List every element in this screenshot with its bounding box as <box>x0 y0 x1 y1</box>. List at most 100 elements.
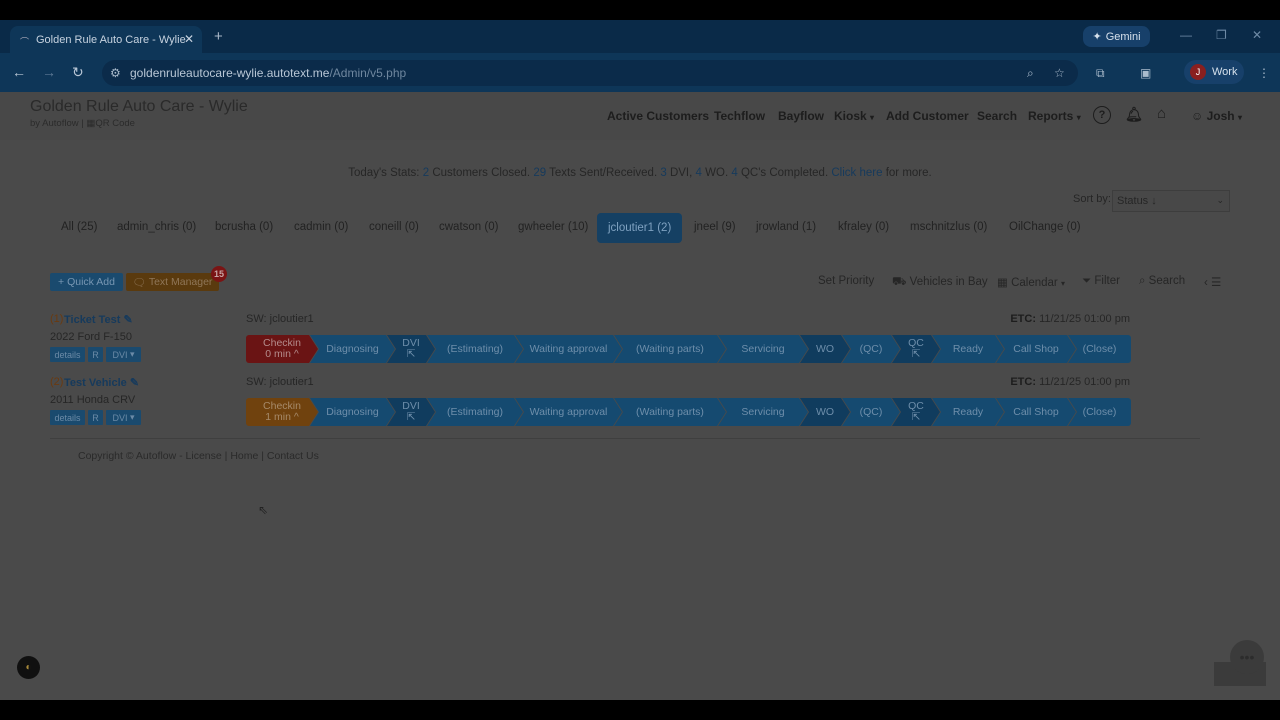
bookmark-star-icon[interactable]: ☆ <box>1054 66 1065 80</box>
tab-coneill[interactable]: coneill (0) <box>369 221 419 233</box>
minimize-icon[interactable]: — <box>1180 28 1192 42</box>
quick-add-button[interactable]: + Quick Add <box>50 273 123 291</box>
page-content: Golden Rule Auto Care - Wylie by Autoflo… <box>0 92 1280 700</box>
stage-qc-paren[interactable]: (QC) <box>842 335 900 363</box>
help-icon[interactable]: ? <box>1093 106 1111 124</box>
user-menu[interactable]: ☺ Josh ▾ <box>1191 109 1242 123</box>
stats-closed-label: Customers Closed. <box>432 167 531 179</box>
stage-waiting-approval[interactable]: Waiting approval <box>515 335 622 363</box>
tab-cadmin[interactable]: cadmin (0) <box>294 221 348 233</box>
mouse-cursor-icon: ⇖ <box>258 503 269 517</box>
tab-admin-chris[interactable]: admin_chris (0) <box>117 221 196 233</box>
filter-button[interactable]: ⏷ Filter <box>1082 275 1120 288</box>
extensions-icon[interactable]: ⧉ <box>1096 66 1105 81</box>
tab-gwheeler[interactable]: gwheeler (10) <box>518 221 588 233</box>
dvi-dropdown-button[interactable]: DVI ▾ <box>106 410 141 425</box>
stage-ready[interactable]: Ready <box>932 335 1004 363</box>
tab-jrowland[interactable]: jrowland (1) <box>756 221 816 233</box>
menu-add-customer[interactable]: Add Customer <box>886 109 969 123</box>
edit-icon[interactable]: ✎ <box>130 377 139 389</box>
site-info-icon[interactable]: ⚙ <box>110 66 121 80</box>
stage-diagnosing[interactable]: Diagnosing <box>310 398 395 426</box>
stage-waiting-approval[interactable]: Waiting approval <box>515 398 622 426</box>
stage-diagnosing[interactable]: Diagnosing <box>310 335 395 363</box>
store-icon[interactable]: ⌂ <box>1157 105 1166 122</box>
menu-kiosk[interactable]: Kiosk ▾ <box>834 109 874 123</box>
bell-icon[interactable]: 🔔︎ <box>1125 106 1143 123</box>
stats-dvi-count: 3 <box>660 167 667 179</box>
close-tab-icon[interactable]: ✕ <box>184 32 194 46</box>
stats-texts-label: Texts Sent/Received. <box>549 167 658 179</box>
stage-close[interactable]: (Close) <box>1068 335 1131 363</box>
footer-license-link[interactable]: License <box>186 450 222 462</box>
url-host: goldenruleautocare-wylie.autotext.me <box>130 66 330 80</box>
forward-icon[interactable]: → <box>42 64 56 80</box>
stats-click-here-link[interactable]: Click here <box>831 167 882 179</box>
stage-servicing[interactable]: Servicing <box>718 398 808 426</box>
list-view-icon[interactable]: ‹ ☰ <box>1204 275 1221 289</box>
browser-menu-icon[interactable]: ⋮ <box>1258 66 1270 80</box>
tab-oilchange[interactable]: OilChange (0) <box>1009 221 1081 233</box>
calendar-button[interactable]: ▦ Calendar ▾ <box>997 275 1065 289</box>
footer-home-link[interactable]: Home <box>230 450 258 462</box>
dvi-label: DVI <box>112 349 128 360</box>
stage-waiting-parts[interactable]: (Waiting parts) <box>614 398 726 426</box>
menu-active-customers[interactable]: Active Customers <box>607 109 709 123</box>
stage-qc-paren[interactable]: (QC) <box>842 398 900 426</box>
r-button[interactable]: R <box>88 410 103 425</box>
stage-call-shop[interactable]: Call Shop <box>996 335 1076 363</box>
customer-name-link[interactable]: Ticket Test ✎ <box>64 313 133 326</box>
footer-contact-link[interactable]: Contact Us <box>267 450 319 462</box>
edit-icon[interactable]: ✎ <box>124 314 133 326</box>
stage-call-shop[interactable]: Call Shop <box>996 398 1076 426</box>
menu-reports[interactable]: Reports ▾ <box>1028 109 1081 123</box>
stage-checkin[interactable]: Checkin 1 min ^ <box>246 398 318 426</box>
chat-bubble-icon[interactable]: ••• <box>1230 640 1264 674</box>
stage-ready[interactable]: Ready <box>932 398 1004 426</box>
media-icon[interactable]: ▣ <box>1140 66 1151 80</box>
close-window-icon[interactable]: ✕ <box>1252 28 1262 42</box>
gemini-button[interactable]: ✦ Gemini <box>1083 26 1150 47</box>
tab-jneel[interactable]: jneel (9) <box>694 221 736 233</box>
sort-select[interactable]: Status ↓ ⌄ <box>1112 190 1230 212</box>
zoom-icon[interactable]: ⌕ <box>1027 66 1034 81</box>
search-label: Search <box>1148 275 1186 287</box>
reload-icon[interactable]: ↻ <box>72 64 84 81</box>
details-button[interactable]: details <box>50 410 85 425</box>
etc-prefix: ETC: <box>1010 313 1037 325</box>
calendar-label: Calendar <box>1011 277 1058 289</box>
new-tab-icon[interactable]: + <box>214 28 223 45</box>
vehicles-in-bay-button[interactable]: ⛟ Vehicles in Bay <box>892 275 988 290</box>
profile-button[interactable]: J Work <box>1184 60 1244 84</box>
text-manager-button[interactable]: 🗨︎ Text Manager <box>126 273 219 291</box>
r-button[interactable]: R <box>88 347 103 362</box>
menu-search[interactable]: Search <box>977 109 1017 123</box>
stage-estimating[interactable]: (Estimating) <box>427 335 523 363</box>
stage-close[interactable]: (Close) <box>1068 398 1131 426</box>
maximize-icon[interactable]: ❐ <box>1216 28 1227 42</box>
back-icon[interactable]: ← <box>12 64 26 80</box>
tab-bcrusha[interactable]: bcrusha (0) <box>215 221 273 233</box>
search-button[interactable]: ⌕ Search <box>1139 275 1185 288</box>
tab-kfraley[interactable]: kfraley (0) <box>838 221 889 233</box>
tab-jcloutier1[interactable]: jcloutier1 (2) <box>597 213 683 243</box>
menu-techflow[interactable]: Techflow <box>714 109 765 123</box>
tab-mschnitzlus[interactable]: mschnitzlus (0) <box>910 221 987 233</box>
browser-tab[interactable]: ⌒ Golden Rule Auto Care - Wylie ✕ <box>10 26 202 53</box>
customer-name-link[interactable]: Test Vehicle ✎ <box>64 376 139 389</box>
stage-estimating[interactable]: (Estimating) <box>427 398 523 426</box>
dark-mode-icon[interactable]: ◐ <box>17 656 40 679</box>
stage-checkin[interactable]: Checkin 0 min ^ <box>246 335 318 363</box>
url-input[interactable]: goldenruleautocare-wylie.autotext.me/Adm… <box>102 60 1078 86</box>
tab-cwatson[interactable]: cwatson (0) <box>439 221 498 233</box>
menu-bayflow[interactable]: Bayflow <box>778 109 824 123</box>
qr-code-link[interactable]: QR Code <box>95 118 135 129</box>
stage-waiting-parts[interactable]: (Waiting parts) <box>614 335 726 363</box>
stage-servicing[interactable]: Servicing <box>718 335 808 363</box>
brand-title[interactable]: Golden Rule Auto Care - Wylie <box>30 98 248 116</box>
set-priority-button[interactable]: Set Priority <box>818 275 874 287</box>
text-manager-label: Text Manager <box>148 276 213 288</box>
tab-all[interactable]: All (25) <box>61 221 97 233</box>
details-button[interactable]: details <box>50 347 85 362</box>
dvi-dropdown-button[interactable]: DVI ▾ <box>106 347 141 362</box>
